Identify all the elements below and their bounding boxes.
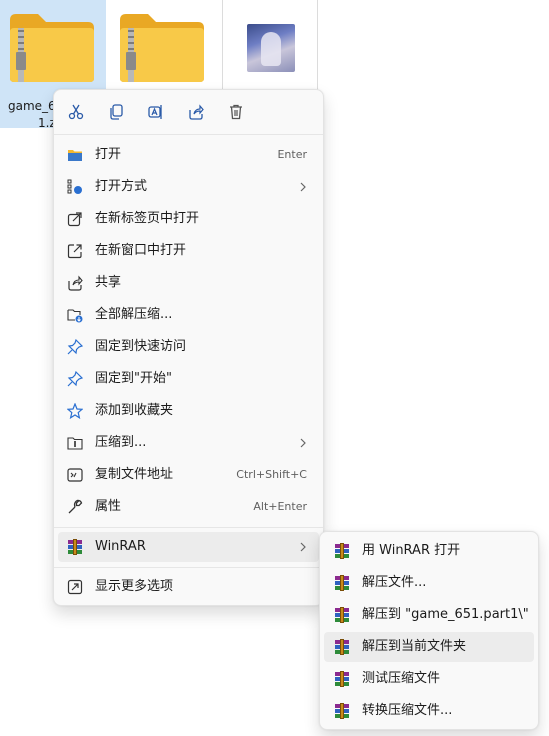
menu-item-label: 全部解压缩...: [95, 307, 173, 322]
chevron-right-icon: [300, 438, 306, 448]
submenu-item-extract-here[interactable]: 解压到当前文件夹: [324, 632, 534, 662]
share-icon[interactable]: [182, 98, 210, 126]
winrar-icon: [334, 575, 350, 591]
divider: [54, 134, 323, 135]
file-name: game_6: [8, 99, 56, 113]
winrar-submenu: 用 WinRAR 打开 解压文件... 解压到 "game_651.part1\…: [319, 531, 539, 730]
menu-item-label: 显示更多选项: [95, 579, 174, 594]
submenu-item-label: 解压到 "game_651.part1\": [362, 607, 529, 622]
submenu-item-label: 解压文件...: [362, 575, 427, 590]
menu-item-extract-all[interactable]: 全部解压缩...: [58, 300, 319, 330]
trash-icon[interactable]: [222, 98, 250, 126]
star-icon: [67, 403, 83, 419]
menu-item-label: 在新窗口中打开: [95, 243, 187, 258]
menu-item-label: 在新标签页中打开: [95, 211, 200, 226]
winrar-icon: [334, 607, 350, 623]
menu-item-open-with[interactable]: 打开方式: [58, 172, 319, 202]
context-menu: 打开 Enter 打开方式 在新标签页中打开 在新窗口中打开 共享 全部解压缩.…: [53, 89, 324, 606]
winrar-icon: [334, 639, 350, 655]
compress-icon: [67, 435, 83, 451]
share-icon: [67, 275, 83, 291]
divider: [54, 567, 323, 568]
shortcut-text: Alt+Enter: [253, 500, 307, 513]
winrar-icon: [334, 671, 350, 687]
new-window-icon: [67, 243, 83, 259]
menu-item-compress-to[interactable]: 压缩到...: [58, 428, 319, 458]
submenu-item-extract-files[interactable]: 解压文件...: [324, 568, 534, 598]
menu-item-share[interactable]: 共享: [58, 268, 319, 298]
rename-icon[interactable]: [142, 98, 170, 126]
menu-item-label: 属性: [95, 499, 122, 514]
menu-item-label: WinRAR: [95, 539, 146, 554]
menu-item-label: 打开: [95, 147, 122, 162]
pin-start-icon: [67, 371, 83, 387]
chevron-right-icon: [300, 182, 306, 192]
folder-open-icon: [67, 147, 83, 163]
open-with-icon: [67, 179, 83, 195]
context-toolbar: [54, 90, 323, 132]
menu-item-open-new-window[interactable]: 在新窗口中打开: [58, 236, 319, 266]
menu-item-pin-quick-access[interactable]: 固定到快速访问: [58, 332, 319, 362]
menu-item-winrar[interactable]: WinRAR: [58, 532, 319, 562]
menu-item-properties[interactable]: 属性 Alt+Enter: [58, 492, 319, 522]
scissors-icon[interactable]: [62, 98, 90, 126]
winrar-icon: [67, 539, 83, 555]
submenu-item-label: 解压到当前文件夹: [362, 639, 467, 654]
menu-item-open-new-tab[interactable]: 在新标签页中打开: [58, 204, 319, 234]
more-options-icon: [67, 579, 83, 595]
submenu-item-label: 用 WinRAR 打开: [362, 543, 461, 558]
winrar-icon: [334, 703, 350, 719]
copy-icon[interactable]: [102, 98, 130, 126]
chevron-right-icon: [300, 542, 306, 552]
menu-item-pin-start[interactable]: 固定到"开始": [58, 364, 319, 394]
extract-all-icon: [67, 307, 83, 323]
divider: [54, 527, 323, 528]
submenu-item-open-with-winrar[interactable]: 用 WinRAR 打开: [324, 536, 534, 566]
menu-item-label: 压缩到...: [95, 435, 147, 450]
menu-item-label: 添加到收藏夹: [95, 403, 174, 418]
shortcut-text: Enter: [277, 148, 307, 161]
new-tab-icon: [67, 211, 83, 227]
submenu-item-label: 测试压缩文件: [362, 671, 441, 686]
wrench-icon: [67, 499, 83, 515]
menu-item-show-more-options[interactable]: 显示更多选项: [58, 572, 319, 602]
menu-item-label: 固定到快速访问: [95, 339, 187, 354]
pin-icon: [67, 339, 83, 355]
submenu-item-extract-to-folder[interactable]: 解压到 "game_651.part1\": [324, 600, 534, 630]
menu-item-open[interactable]: 打开 Enter: [58, 140, 319, 170]
menu-item-copy-path[interactable]: 复制文件地址 Ctrl+Shift+C: [58, 460, 319, 490]
winrar-icon: [334, 543, 350, 559]
shortcut-text: Ctrl+Shift+C: [236, 468, 307, 481]
submenu-item-label: 转换压缩文件...: [362, 703, 453, 718]
zip-folder-icon: [10, 14, 94, 82]
submenu-item-test-archive[interactable]: 测试压缩文件: [324, 664, 534, 694]
menu-item-label: 复制文件地址: [95, 467, 174, 482]
menu-item-label: 打开方式: [95, 179, 148, 194]
menu-item-label: 共享: [95, 275, 122, 290]
zip-folder-icon: [120, 14, 204, 82]
submenu-item-convert-archive[interactable]: 转换压缩文件...: [324, 696, 534, 726]
copy-path-icon: [67, 467, 83, 483]
image-thumbnail: [247, 24, 295, 72]
menu-item-add-favorites[interactable]: 添加到收藏夹: [58, 396, 319, 426]
menu-item-label: 固定到"开始": [95, 371, 172, 386]
